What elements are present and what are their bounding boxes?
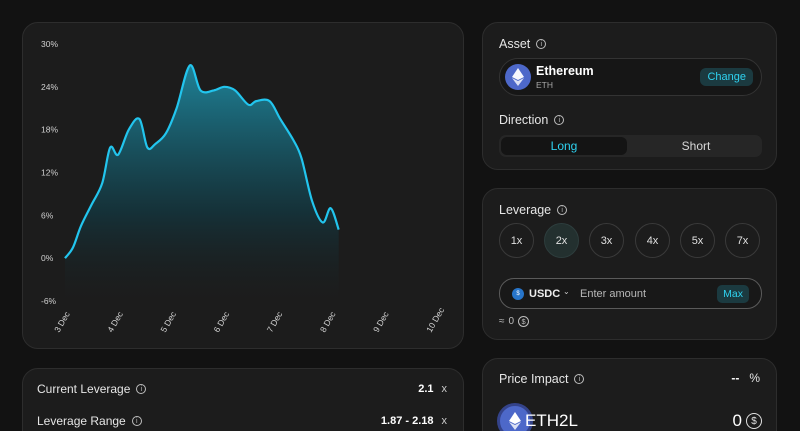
leverage-option-7x[interactable]: 7x xyxy=(725,223,760,258)
leverage-range-value: 1.87 - 2.18 x xyxy=(381,415,447,427)
asset-title: Asset i xyxy=(499,37,547,51)
price-impact-unit: % xyxy=(749,371,760,385)
chevron-down-icon[interactable]: ⌄ xyxy=(563,287,570,296)
info-icon[interactable]: i xyxy=(554,115,565,125)
amount-input[interactable] xyxy=(580,285,700,303)
info-icon[interactable]: i xyxy=(136,384,147,394)
x-tick-label: 9 Dec xyxy=(371,309,391,334)
approx-prefix: ≈ xyxy=(499,316,505,327)
price-impact-number: -- xyxy=(731,371,740,385)
x-tick-label: 10 Dec xyxy=(424,305,447,334)
direction-long-button[interactable]: Long xyxy=(501,137,627,155)
current-leverage-label: Current Leverage i xyxy=(37,382,147,396)
token-select[interactable]: USDC xyxy=(529,288,560,300)
y-tick-label: 30% xyxy=(41,39,58,49)
asset-selector[interactable]: Ethereum ETH Change xyxy=(499,58,762,96)
price-impact-title-text: Price Impact xyxy=(499,372,569,386)
direction-short-button[interactable]: Short xyxy=(633,137,759,155)
y-tick-label: 6% xyxy=(41,210,54,220)
asset-title-text: Asset xyxy=(499,37,531,51)
amount-field: $ USDC ⌄ Max xyxy=(499,278,762,309)
price-impact-card: Price Impact i --% ETH2L 0 $ xyxy=(482,358,777,431)
info-icon[interactable]: i xyxy=(131,416,142,426)
info-icon[interactable]: i xyxy=(574,374,585,384)
leverage-option-1x[interactable]: 1x xyxy=(499,223,534,258)
x-tick-label: 6 Dec xyxy=(212,309,232,334)
x-tick-label: 4 Dec xyxy=(105,309,125,334)
y-tick-label: 24% xyxy=(41,82,58,92)
token-name: ETH2L xyxy=(525,411,578,430)
leverage-range-unit: x xyxy=(441,415,448,427)
usdc-icon: $ xyxy=(512,288,524,300)
change-asset-button[interactable]: Change xyxy=(700,68,753,86)
leverage-range-label-text: Leverage Range xyxy=(37,414,126,428)
direction-toggle: Long Short xyxy=(499,135,762,157)
y-tick-label: 0% xyxy=(41,253,54,263)
price-impact-value: --% xyxy=(731,371,760,385)
x-tick-label: 7 Dec xyxy=(265,309,285,334)
approx-value: ≈ 0 $ xyxy=(499,316,530,327)
current-leverage-card: Current Leverage i 2.1 x Leverage Range i… xyxy=(22,368,464,431)
current-leverage-label-text: Current Leverage xyxy=(37,382,131,396)
x-tick-label: 8 Dec xyxy=(318,309,338,334)
chart-area xyxy=(65,65,339,312)
info-icon[interactable]: i xyxy=(557,205,568,215)
y-tick-label: -6% xyxy=(41,296,57,306)
dollar-icon: $ xyxy=(746,413,762,429)
dollar-icon: $ xyxy=(518,316,530,327)
leverage-range-label: Leverage Range i xyxy=(37,414,142,428)
approx-amount: 0 xyxy=(508,316,515,327)
leverage-title-text: Leverage xyxy=(499,203,552,217)
x-tick-label: 3 Dec xyxy=(52,309,72,334)
leverage-option-5x[interactable]: 5x xyxy=(680,223,715,258)
asset-ticker: ETH xyxy=(536,80,553,90)
max-button[interactable]: Max xyxy=(717,285,749,303)
current-leverage-number: 2.1 xyxy=(418,383,434,395)
x-tick-label: 5 Dec xyxy=(158,309,178,334)
price-chart: 30% 24% 18% 12% 6% 0% -6% 3 Dec 4 Dec 5 Dec 6 Dec… xyxy=(41,39,447,334)
token-amount-number: 0 xyxy=(732,411,742,430)
leverage-option-2x[interactable]: 2x xyxy=(544,223,579,258)
asset-name: Ethereum xyxy=(536,64,594,78)
current-leverage-unit: x xyxy=(441,383,448,395)
asset-card: Asset i Ethereum ETH Change Direction i … xyxy=(482,22,777,170)
leverage-card: Leverage i 1x 2x 3x 4x 5x 7x $ USDC ⌄ Ma… xyxy=(482,188,777,340)
leverage-title: Leverage i xyxy=(499,203,568,217)
token-amount: 0 $ xyxy=(733,411,762,431)
ethereum-logo-icon xyxy=(505,64,531,90)
direction-title: Direction i xyxy=(499,113,565,127)
leverage-range-number: 1.87 - 2.18 xyxy=(380,415,434,427)
leverage-option-4x[interactable]: 4x xyxy=(635,223,670,258)
current-leverage-value: 2.1 x xyxy=(418,383,447,395)
y-tick-label: 12% xyxy=(41,168,58,178)
info-icon[interactable]: i xyxy=(536,39,547,49)
leverage-option-3x[interactable]: 3x xyxy=(589,223,624,258)
direction-title-text: Direction xyxy=(499,113,549,127)
price-impact-title: Price Impact i xyxy=(499,372,585,386)
y-tick-label: 18% xyxy=(41,125,58,135)
price-chart-card: 30% 24% 18% 12% 6% 0% -6% 3 Dec 4 Dec 5 Dec 6 Dec… xyxy=(22,22,464,349)
